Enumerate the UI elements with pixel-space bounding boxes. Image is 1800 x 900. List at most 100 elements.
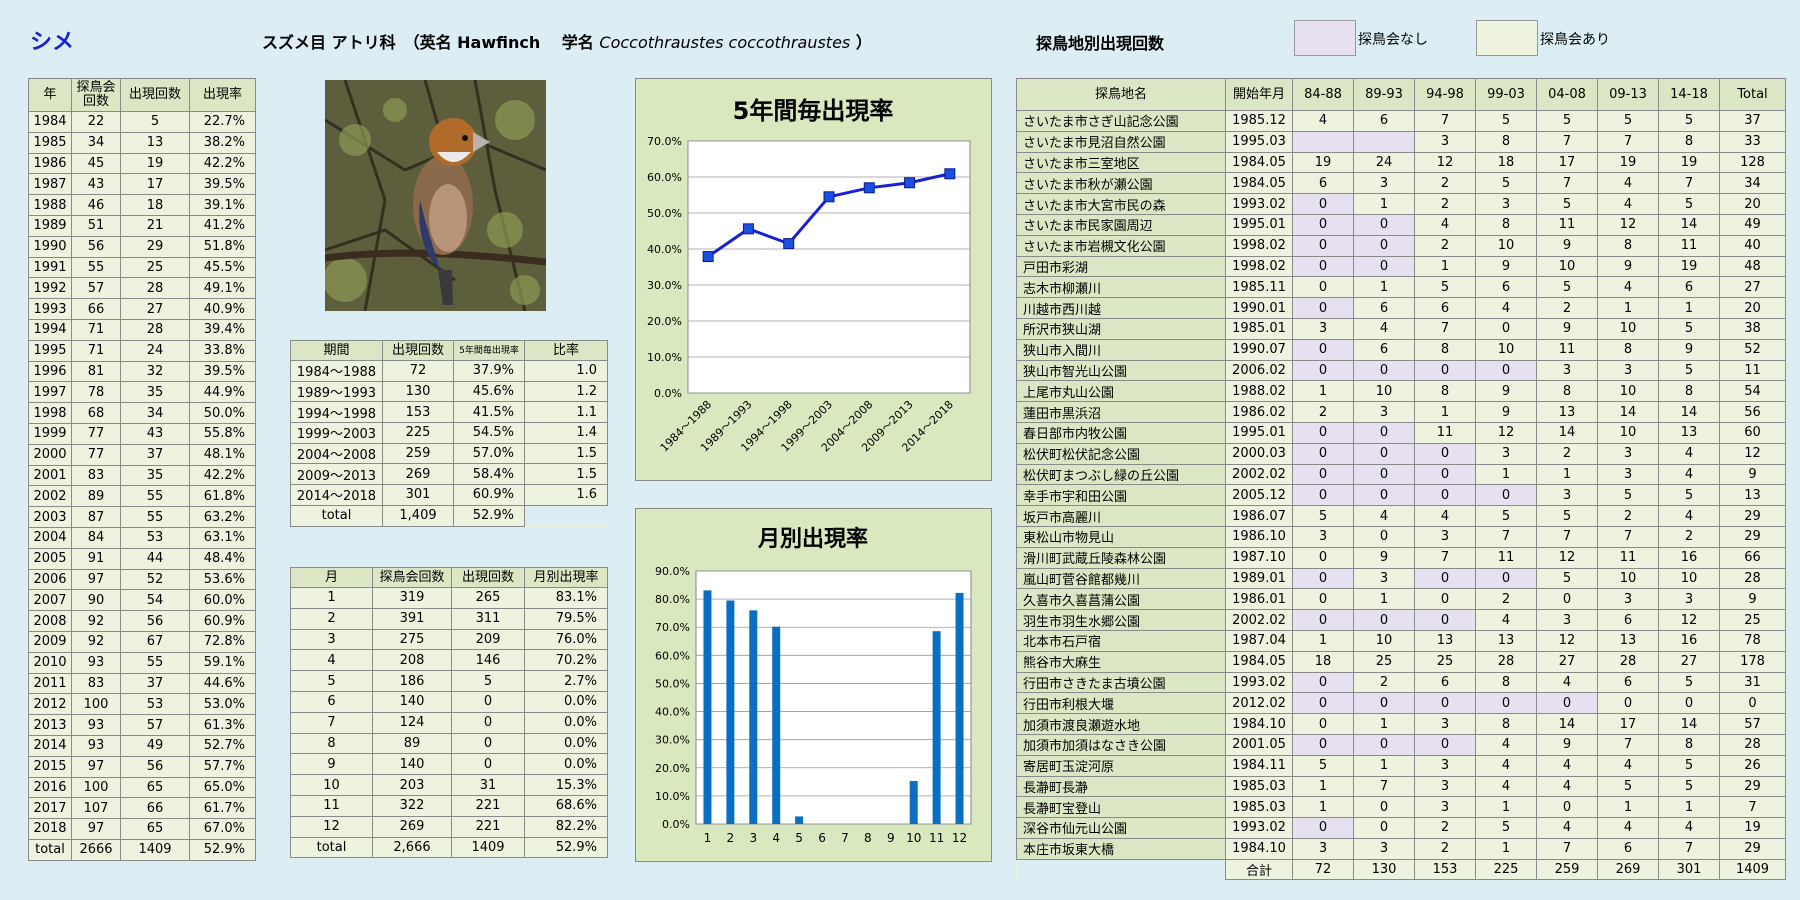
yearly-cell: 71: [71, 318, 121, 341]
period-cell: 259: [382, 442, 454, 465]
location-cell: 2: [1536, 442, 1598, 465]
yearly-body: 1984 22 5 22.7% 1985 34 13 38.2% 1986 45 19 42.2% 19…: [28, 111, 256, 861]
location-cell: 4: [1353, 505, 1415, 527]
location-cell: 9: [1536, 234, 1598, 257]
location-cell: 7: [1536, 172, 1598, 195]
period-total-cell: 1,409: [382, 504, 454, 527]
period-cell: 60.9%: [453, 484, 525, 506]
yearly-cell: 28: [120, 318, 190, 341]
yearly-cell: 2016: [28, 776, 72, 799]
location-cell: 1993.02: [1225, 193, 1293, 215]
location-name: さいたま市民家園周辺: [1016, 213, 1226, 236]
location-cell: 5: [1536, 193, 1598, 215]
yearly-cell: 44.6%: [189, 672, 256, 695]
yearly-cell: 22.7%: [189, 111, 256, 133]
monthly-cell: 0: [451, 711, 525, 734]
location-cell: 0: [1292, 213, 1354, 236]
location-cell: 1: [1353, 276, 1415, 299]
period-body: 1984～1988 72 37.9% 1.0 1989～1993 130 45.6% 1.2 1…: [290, 360, 608, 527]
close-paren: ）: [855, 33, 872, 52]
monthly-cell: 8: [290, 732, 373, 755]
location-section-title: 探鳥地別出現回数: [1036, 34, 1165, 53]
monthly-table: 月 探鳥会回数 出現回数 月別出現率 1 319 265 83.1% 2 391 311 79…: [290, 567, 608, 859]
location-cell: 3: [1597, 588, 1659, 611]
yearly-cell: 2003: [28, 506, 72, 528]
period-cell: 153: [382, 401, 454, 424]
location-cell: [1353, 130, 1415, 153]
location-cell: 14: [1536, 421, 1598, 444]
monthly-cell: 275: [372, 628, 452, 651]
location-cell: 0: [1292, 255, 1354, 278]
location-cell: 0: [1292, 297, 1354, 319]
yearly-cell: 1997: [28, 381, 72, 404]
yearly-row: 2008 92 56 60.9%: [28, 610, 256, 632]
yearly-row: 1985 34 13 38.2%: [28, 131, 256, 154]
period-cell: 1.2: [524, 380, 608, 403]
location-name: さいたま市見沼自然公園: [1016, 130, 1226, 153]
y-tick-label: 30.0%: [647, 279, 682, 292]
x-tick-label: 6: [818, 831, 826, 845]
location-cell: 57: [1719, 713, 1786, 735]
data-point: [702, 251, 714, 263]
period-cell: 1.0: [524, 360, 608, 382]
location-cell: 12: [1658, 609, 1720, 631]
location-cell: 3: [1292, 837, 1354, 860]
yearly-row: 2002 89 55 61.8%: [28, 485, 256, 508]
location-cell: 3: [1292, 525, 1354, 548]
location-cell: 40: [1719, 234, 1786, 257]
location-cell: 9: [1719, 463, 1786, 486]
period-total-cell: 52.9%: [453, 504, 525, 527]
location-total-cell: 259: [1536, 858, 1598, 881]
yearly-cell: 48.4%: [189, 547, 256, 570]
monthly-cell: 76.0%: [524, 628, 608, 651]
location-cell: 10: [1597, 380, 1659, 403]
location-cell: 7: [1414, 110, 1476, 132]
location-cell: 3: [1414, 796, 1476, 819]
monthly-cell: 4: [290, 649, 373, 672]
location-cell: 1984.05: [1225, 650, 1293, 673]
x-tick-label: 3: [749, 831, 757, 845]
location-cell: 4: [1597, 817, 1659, 839]
yearly-cell: 52.7%: [189, 734, 256, 757]
monthly-cell: 1409: [451, 836, 525, 859]
location-cell: 12: [1414, 151, 1476, 174]
location-cell: 1: [1414, 401, 1476, 423]
period-cell: 130: [382, 380, 454, 403]
monthly-cell: 0.0%: [524, 753, 608, 776]
location-cell: 14: [1658, 401, 1720, 423]
yearly-cell: 44: [120, 547, 190, 570]
line-chart-svg: 5年間毎出現率 0.0% 10.0% 20.0% 30.0% 40.0% 50.0% 60.0…: [647, 97, 971, 454]
location-name: 本庄市坂東大橋: [1016, 837, 1226, 860]
monthly-cell: 2,666: [372, 836, 452, 859]
location-name: 嵐山町菅谷館都幾川: [1016, 567, 1226, 590]
monthly-cell: 391: [372, 607, 452, 630]
period-row: 1994～1998 153 41.5% 1.1: [290, 401, 608, 424]
loc-header-name: 探鳥地名: [1016, 78, 1226, 111]
location-row: 嵐山町菅谷館都幾川 1989.01 0 3 0 0 5 10 10 28: [1016, 567, 1786, 590]
location-cell: 8: [1658, 380, 1720, 403]
yearly-cell: 92: [71, 610, 121, 632]
x-tick-label: 5: [795, 831, 803, 845]
period-cell: 58.4%: [453, 463, 525, 486]
yearly-cell: 67: [120, 630, 190, 653]
yearly-cell: 68: [71, 402, 121, 424]
period-cell: 1984～1988: [290, 360, 383, 382]
period-cell: 57.0%: [453, 442, 525, 465]
location-cell: 0: [1292, 588, 1354, 611]
location-cell: 12: [1475, 421, 1537, 444]
monthly-cell: 322: [372, 794, 452, 817]
location-cell: 1: [1292, 796, 1354, 819]
location-name: 松伏町松伏記念公園: [1016, 442, 1226, 465]
location-cell: 5: [1658, 193, 1720, 215]
yearly-cell: 93: [71, 734, 121, 757]
y-tick-label: 0.0%: [662, 818, 690, 831]
yearly-cell: 2009: [28, 630, 72, 653]
location-cell: 3: [1597, 359, 1659, 382]
location-cell: 1985.01: [1225, 317, 1293, 340]
location-cell: 8: [1597, 338, 1659, 361]
yearly-cell: 27: [120, 298, 190, 320]
classification-text: スズメ目 アトリ科 （英名 Hawfinch 学名: [262, 33, 594, 52]
monthly-row: 9 140 0 0.0%: [290, 753, 608, 776]
yearly-cell: 2012: [28, 693, 72, 716]
location-cell: 4: [1475, 609, 1537, 631]
